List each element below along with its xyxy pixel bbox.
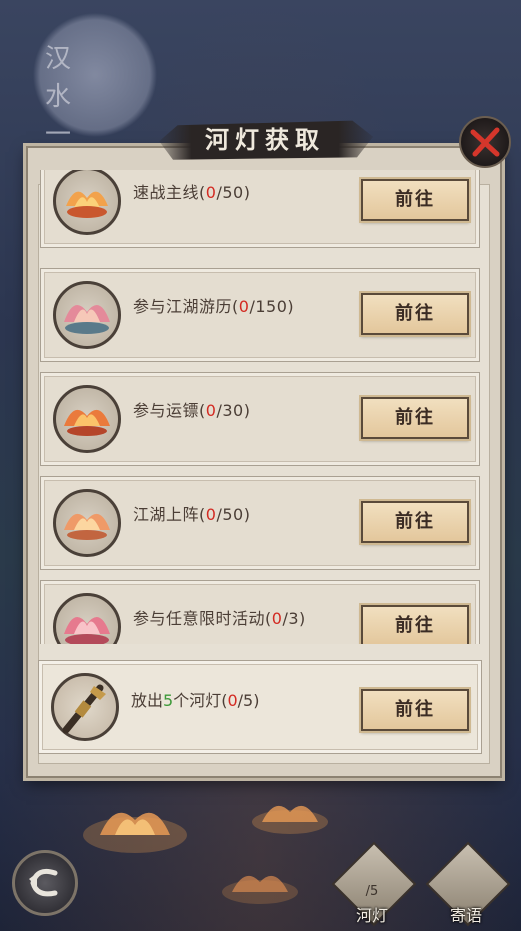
scroll-rod-icon (51, 673, 119, 741)
go-button[interactable]: 前往 (361, 501, 469, 543)
go-button[interactable]: 前往 (361, 293, 469, 335)
close-button[interactable] (459, 116, 511, 168)
lantern-nav-button[interactable]: /5 河灯 (331, 841, 417, 927)
go-button[interactable]: 前往 (361, 689, 469, 731)
go-button[interactable]: 前往 (361, 179, 469, 221)
lantern-count: /5 (365, 884, 379, 899)
dialog-title: 河灯获取 (205, 125, 325, 154)
task-label: 参与任意限时活动(0/3) (133, 609, 306, 628)
task-label: 放出5个河灯(0/5) (131, 691, 260, 710)
lotus-lantern-icon (53, 170, 121, 235)
task-row: 速战主线(0/50) 前往 (40, 170, 480, 248)
background-lantern-icon (222, 875, 298, 904)
task-label: 参与运镖(0/30) (133, 401, 251, 420)
task-row-release-lanterns: 放出5个河灯(0/5) 前往 (38, 660, 482, 754)
lotus-lantern-icon (53, 593, 121, 644)
task-label: 参与江湖游历(0/150) (133, 297, 295, 316)
message-nav-label: 寄语 (449, 906, 482, 925)
background-lantern-icon (83, 812, 187, 853)
lotus-lantern-icon (53, 489, 121, 557)
task-list[interactable]: 速战主线(0/50) 前往 参与江湖游历(0/150) 前往 参与运镖(0/30… (40, 170, 482, 644)
go-button[interactable]: 前往 (361, 605, 469, 644)
go-button[interactable]: 前往 (361, 397, 469, 439)
back-arrow-icon (29, 868, 58, 897)
message-nav-button[interactable]: 寄语 (425, 841, 511, 927)
lotus-lantern-icon (53, 281, 121, 349)
task-row: 江湖上阵(0/50) 前往 (40, 476, 480, 570)
task-row: 参与江湖游历(0/150) 前往 (40, 268, 480, 362)
close-x-icon (470, 127, 500, 157)
background-lantern-icon (252, 805, 328, 834)
lotus-lantern-icon (53, 385, 121, 453)
task-row: 参与运镖(0/30) 前往 (40, 372, 480, 466)
task-label: 速战主线(0/50) (133, 183, 251, 202)
back-button[interactable] (12, 850, 78, 916)
task-label: 江湖上阵(0/50) (133, 505, 251, 524)
lantern-nav-label: 河灯 (355, 906, 388, 925)
task-row: 参与任意限时活动(0/3) 前往 (40, 580, 480, 644)
